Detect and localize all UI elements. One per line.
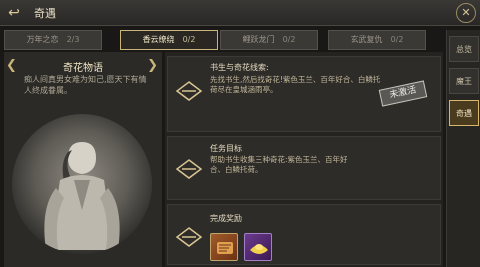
tab-label: 鲤跃龙门	[242, 35, 275, 44]
tab-count: 0/2	[390, 35, 404, 44]
emblem-icon	[176, 159, 202, 179]
window-title: 奇遇	[34, 7, 56, 20]
goal-label: 任务目标	[210, 144, 242, 153]
side-nav: 总览 魔王 奇遇	[446, 30, 480, 267]
nav-demon-king[interactable]: 魔王	[449, 68, 479, 94]
emblem-icon	[176, 81, 202, 101]
title-bar: ↩ 奇遇 ✕	[0, 0, 480, 26]
reward-label: 完成奖励	[210, 214, 242, 223]
scroll-reward-icon[interactable]	[210, 233, 238, 261]
tab-xiangyun[interactable]: 香云缭绕 0/2	[120, 30, 218, 50]
tab-liyue[interactable]: 鲤跃龙门 0/2	[220, 30, 318, 50]
scholar-portrait	[12, 114, 152, 254]
inactive-stamp: 未激活	[378, 80, 428, 107]
clue-card: 书生与奇花线索: 先找书生,然后找奇花!紫色玉兰、百年好合、白鳞托荷尽在皇城涵雨…	[167, 56, 441, 132]
tab-label: 香云缭绕	[142, 35, 175, 44]
tab-label: 万年之恋	[26, 35, 59, 44]
clue-body: 先找书生,然后找奇花!紫色玉兰、百年好合、白鳞托荷尽在皇城涵雨亭。	[210, 75, 381, 94]
next-arrow-icon[interactable]: ❯	[147, 58, 158, 73]
reward-card: 完成奖励	[167, 204, 441, 265]
close-icon[interactable]: ✕	[456, 3, 476, 23]
tab-label: 玄武复仇	[350, 35, 383, 44]
story-panel: ❮ 奇花物语 ❯ 痴人间真男女难为知己,愿天下有情人终成眷属。	[4, 52, 162, 267]
emblem-icon	[176, 227, 202, 247]
goal-card: 任务目标 帮助书生收集三种奇花:紫色玉兰、百年好合、白鳞托荷。	[167, 136, 441, 200]
tab-count: 0/2	[182, 35, 196, 44]
story-title: 奇花物语	[63, 63, 103, 74]
tab-xuanwu[interactable]: 玄武复仇 0/2	[328, 30, 426, 50]
nav-encounter[interactable]: 奇遇	[449, 100, 479, 126]
clue-label: 书生与奇花线索:	[210, 63, 269, 72]
tab-bar: 万年之恋 2/3 香云缭绕 0/2 鲤跃龙门 0/2 玄武复仇 0/2	[4, 30, 444, 52]
nav-overview[interactable]: 总览	[449, 36, 479, 62]
quest-content: 书生与奇花线索: 先找书生,然后找奇花!紫色玉兰、百年好合、白鳞托荷尽在皇城涵雨…	[165, 52, 443, 267]
goal-body: 帮助书生收集三种奇花:紫色玉兰、百年好合、白鳞托荷。	[210, 155, 348, 174]
tab-wannian[interactable]: 万年之恋 2/3	[4, 30, 102, 50]
tab-count: 0/2	[282, 35, 296, 44]
tab-count: 2/3	[66, 35, 80, 44]
story-text: 痴人间真男女难为知己,愿天下有情人终成眷属。	[24, 75, 147, 95]
back-arrow-icon[interactable]: ↩	[3, 3, 25, 23]
story-header: ❮ 奇花物语 ❯	[4, 56, 162, 76]
gold-ingot-reward-icon[interactable]	[244, 233, 272, 261]
